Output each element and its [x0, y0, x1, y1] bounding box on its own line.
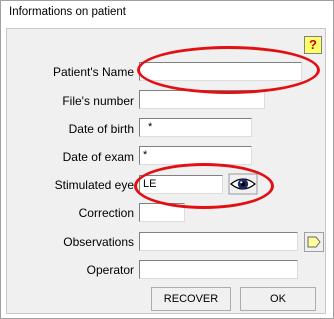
operator-field[interactable]: [139, 260, 298, 279]
operator-label: Operator: [86, 263, 134, 277]
patient-name-label: Patient's Name: [53, 65, 134, 79]
stimulated-eye-label: Stimulated eye: [54, 178, 134, 192]
file-number-field[interactable]: [139, 90, 265, 109]
recover-button[interactable]: RECOVER: [151, 287, 231, 311]
correction-label: Correction: [78, 206, 134, 220]
note-icon: [307, 236, 321, 248]
correction-field[interactable]: [139, 203, 185, 222]
file-number-label: File's number: [62, 94, 134, 108]
ok-button[interactable]: OK: [240, 287, 316, 311]
eye-select-button[interactable]: [228, 173, 258, 195]
help-button[interactable]: ?: [304, 36, 322, 54]
observations-label: Observations: [63, 235, 134, 249]
title-bar: Informations on patient: [2, 2, 332, 22]
date-of-birth-field[interactable]: *: [139, 118, 252, 137]
eye-icon: [228, 173, 258, 195]
date-of-exam-field[interactable]: *: [139, 146, 252, 165]
date-of-exam-label: Date of exam: [62, 150, 134, 164]
patient-name-field[interactable]: [139, 62, 302, 81]
observations-field[interactable]: [139, 232, 298, 251]
observations-edit-button[interactable]: [304, 232, 324, 252]
stimulated-eye-field[interactable]: LE: [139, 175, 223, 194]
date-of-birth-label: Date of birth: [68, 122, 134, 136]
window-title: Informations on patient: [9, 6, 126, 18]
